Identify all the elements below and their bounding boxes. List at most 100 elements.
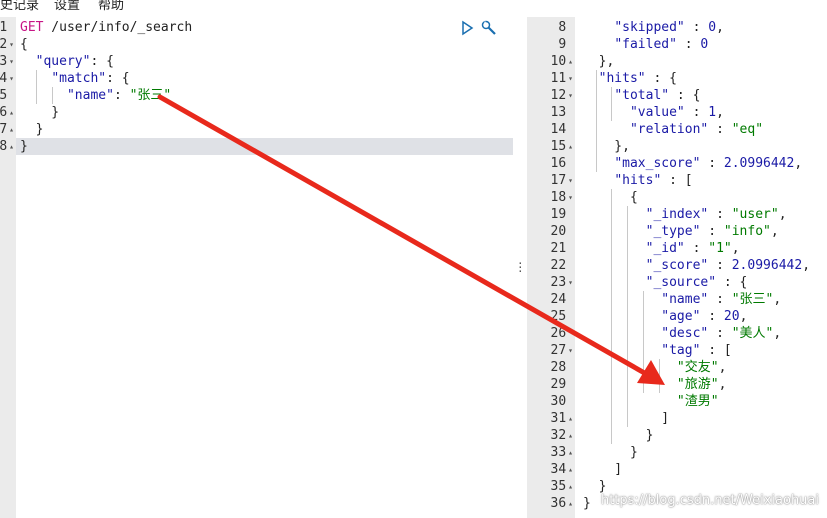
code-line: "渣男" xyxy=(676,394,719,409)
fold-open-icon[interactable]: ▾ xyxy=(568,278,573,287)
code-line: "name" : "张三", xyxy=(661,292,782,307)
line-number: 19▾ xyxy=(550,207,567,222)
menu-bar: 史记录 设置 帮助 xyxy=(0,0,827,18)
line-number: 8▾ xyxy=(558,20,567,35)
fold-close-icon[interactable]: ▴ xyxy=(9,108,14,117)
code-line: "hits" : { xyxy=(598,71,677,86)
line-number: 24▾ xyxy=(550,292,567,307)
code-line: } xyxy=(20,105,60,120)
request-editor[interactable]: 1▾ GET /user/info/_search 2▾ {3▾ "query": {… xyxy=(0,17,513,518)
fold-open-icon[interactable]: ▾ xyxy=(568,176,573,185)
line-number: 4 ▾ xyxy=(0,71,14,86)
code-line: "value" : 1, xyxy=(629,105,724,120)
code-line: "_type" : "info", xyxy=(645,224,779,239)
response-viewer[interactable]: 8▾ "skipped" : 0, 9▾ "failed" : 0 10▴ }, 11… xyxy=(527,17,827,518)
play-icon[interactable] xyxy=(462,20,474,36)
fold-close-icon[interactable]: ▴ xyxy=(568,448,573,457)
code-line: "_score" : 2.0996442, xyxy=(645,258,811,273)
code-line: GET /user/info/_search xyxy=(20,20,193,35)
fold-open-icon[interactable]: ▾ xyxy=(9,74,14,83)
line-number: 3 ▾ xyxy=(0,54,14,69)
code-line: "name": "张三" xyxy=(66,88,172,103)
line-number: 11 ▾ xyxy=(550,71,573,86)
code-line: } xyxy=(20,122,44,137)
code-line: "交友", xyxy=(676,360,727,375)
fold-open-icon[interactable]: ▾ xyxy=(568,74,573,83)
line-number: 16▾ xyxy=(550,156,567,171)
line-number: 32 ▴ xyxy=(550,428,573,443)
fold-close-icon[interactable]: ▴ xyxy=(568,499,573,508)
line-number: 1▾ xyxy=(0,20,8,35)
fold-close-icon[interactable]: ▴ xyxy=(568,142,573,151)
line-number: 31 ▴ xyxy=(550,411,573,426)
line-number: 2 ▾ xyxy=(0,37,14,52)
code-line: ] xyxy=(583,411,670,426)
menu-history[interactable]: 史记录 xyxy=(0,0,39,13)
line-number: 21▾ xyxy=(550,241,567,256)
line-number: 35 ▴ xyxy=(550,479,573,494)
line-number: 22▾ xyxy=(550,258,567,273)
code-line: "desc" : "美人", xyxy=(661,326,782,341)
line-number: 15 ▴ xyxy=(550,139,573,154)
line-number: 28▾ xyxy=(550,360,567,375)
line-number: 20▾ xyxy=(550,224,567,239)
code-line: "query": { xyxy=(35,54,114,69)
fold-open-icon[interactable]: ▾ xyxy=(568,91,573,100)
code-line: "age" : 20, xyxy=(661,309,748,324)
indent-guide xyxy=(36,70,37,104)
line-number: 13▾ xyxy=(550,105,567,120)
fold-open-icon[interactable]: ▾ xyxy=(568,346,573,355)
code-line: "hits" : [ xyxy=(614,173,693,188)
line-number: 9▾ xyxy=(558,37,567,52)
line-number: 10 ▴ xyxy=(550,54,573,69)
menu-help[interactable]: 帮助 xyxy=(98,0,124,13)
pane-splitter[interactable]: · · · xyxy=(513,17,527,518)
line-number: 14▾ xyxy=(550,122,567,137)
fold-close-icon[interactable]: ▴ xyxy=(568,57,573,66)
fold-open-icon[interactable]: ▾ xyxy=(568,193,573,202)
fold-open-icon[interactable]: ▾ xyxy=(9,40,14,49)
code-line: "relation" : "eq" xyxy=(629,122,764,137)
wrench-icon[interactable] xyxy=(481,20,496,35)
code-line: { xyxy=(20,37,28,52)
code-line: "_id" : "1", xyxy=(645,241,740,256)
line-number: 23 ▾ xyxy=(550,275,573,290)
code-line: "旅游", xyxy=(676,377,727,392)
fold-close-icon[interactable]: ▴ xyxy=(568,465,573,474)
code-line: } xyxy=(583,496,591,511)
menu-settings[interactable]: 设置 xyxy=(54,0,80,13)
code-line: }, xyxy=(583,54,615,69)
watermark: https://blog.csdn.net/Weixiaohuai xyxy=(600,493,819,508)
code-line: } xyxy=(20,139,28,154)
request-actions xyxy=(462,20,502,40)
line-number: 18 ▾ xyxy=(550,190,573,205)
fold-close-icon[interactable]: ▴ xyxy=(568,414,573,423)
vertical-dots-icon: · · · xyxy=(517,257,524,278)
fold-open-icon[interactable]: ▾ xyxy=(9,57,14,66)
line-number: 7 ▴ xyxy=(0,122,14,137)
line-number: 17 ▾ xyxy=(550,173,573,188)
fold-close-icon[interactable]: ▴ xyxy=(9,125,14,134)
code-line: { xyxy=(583,190,638,205)
code-line: }, xyxy=(583,139,630,154)
code-line: "_source" : { xyxy=(645,275,748,290)
active-line-highlight xyxy=(16,138,513,155)
line-number: 5▾ xyxy=(0,88,8,103)
code-line: "tag" : [ xyxy=(661,343,732,358)
code-line: } xyxy=(583,445,638,460)
fold-close-icon[interactable]: ▴ xyxy=(9,142,14,151)
line-number: 27 ▾ xyxy=(550,343,573,358)
indent-guide xyxy=(52,87,53,104)
fold-close-icon[interactable]: ▴ xyxy=(568,482,573,491)
fold-close-icon[interactable]: ▴ xyxy=(568,431,573,440)
line-number: 33 ▴ xyxy=(550,445,573,460)
line-number: 36 ▴ xyxy=(550,496,573,511)
line-number: 8 ▴ xyxy=(0,139,14,154)
code-line: "skipped" : 0, xyxy=(614,20,724,35)
line-number: 30▾ xyxy=(550,394,567,409)
code-line: ] xyxy=(583,462,623,477)
code-line: } xyxy=(583,428,654,443)
line-number: 34 ▴ xyxy=(550,462,573,477)
line-number: 6 ▴ xyxy=(0,105,14,120)
code-line: "failed" : 0 xyxy=(614,37,709,52)
